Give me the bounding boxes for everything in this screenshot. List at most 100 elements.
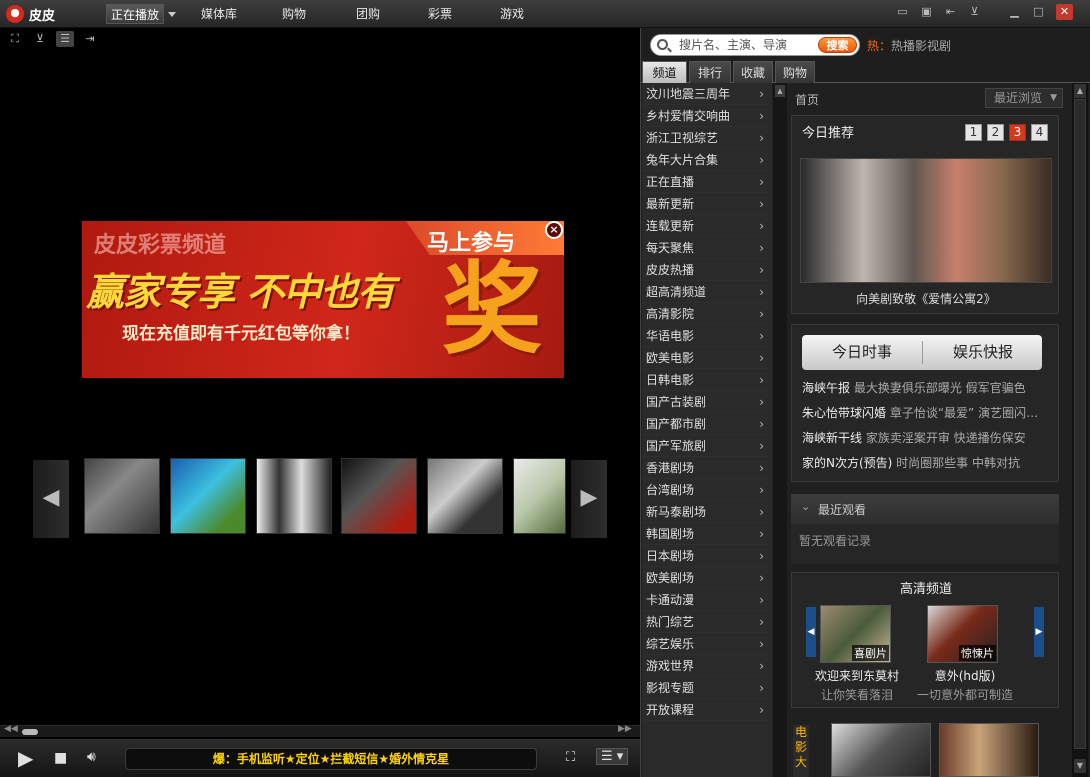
marquee-text[interactable]: 爆：手机监听★定位★拦截短信★婚外情克星 bbox=[125, 748, 537, 770]
channel-item[interactable]: 皮皮热播 › bbox=[642, 259, 772, 281]
tab-shop[interactable]: 购物 bbox=[775, 61, 815, 83]
strip-next-icon[interactable]: ▶ bbox=[571, 460, 607, 538]
ad-close-icon[interactable]: × bbox=[545, 221, 563, 239]
news-rest[interactable]: 时尚圈那些事 中韩对抗 bbox=[896, 456, 1020, 470]
stop-icon[interactable]: ■ bbox=[54, 750, 67, 766]
channel-item[interactable]: 高清影院 › bbox=[642, 303, 772, 325]
hd-item-name[interactable]: 意外(hd版) bbox=[912, 667, 1018, 684]
seek-forward-icon[interactable]: ▶▶ bbox=[618, 724, 632, 734]
thumb-5[interactable] bbox=[427, 458, 503, 534]
hd-image-2[interactable]: 惊悚片 bbox=[927, 605, 998, 663]
channel-item[interactable]: 浙江卫视综艺 › bbox=[642, 127, 772, 149]
news-head[interactable]: 朱心怡带球闪婚 bbox=[802, 406, 886, 420]
channel-item[interactable]: 每天聚焦 › bbox=[642, 237, 772, 259]
hd-image-1[interactable]: 喜剧片 bbox=[820, 605, 891, 663]
channel-item[interactable]: 综艺娱乐 › bbox=[642, 633, 772, 655]
channel-item[interactable]: 华语电影 › bbox=[642, 325, 772, 347]
recent-watch-header[interactable]: ⌄ 最近观看 bbox=[791, 494, 1059, 524]
page-2-button[interactable]: 2 bbox=[987, 124, 1004, 141]
channel-item[interactable]: 连载更新 › bbox=[642, 215, 772, 237]
hd-prev-icon[interactable]: ◀ bbox=[806, 607, 816, 657]
channel-item[interactable]: 国产军旅剧 › bbox=[642, 435, 772, 457]
scroll-down-icon[interactable]: ▼ bbox=[1074, 759, 1086, 773]
recent-browse-select[interactable]: 最近浏览 ▼ bbox=[985, 88, 1063, 108]
seek-back-icon[interactable]: ◀◀ bbox=[4, 724, 18, 734]
channel-item[interactable]: 热门综艺 › bbox=[642, 611, 772, 633]
play-icon[interactable]: ▶ bbox=[18, 746, 33, 770]
thumb-1[interactable] bbox=[84, 458, 160, 534]
news-line[interactable]: 海峡午报 最大换妻俱乐部曝光 假军官骗色 bbox=[802, 379, 1054, 396]
movie-thumb-2[interactable] bbox=[939, 723, 1039, 777]
tab-ranking[interactable]: 排行 bbox=[689, 61, 731, 83]
tab-channels[interactable]: 频道 bbox=[642, 61, 687, 83]
channel-item[interactable]: 最新更新 › bbox=[642, 193, 772, 215]
news-head[interactable]: 家的N次方(预告) bbox=[802, 456, 892, 470]
minimize-icon[interactable]: ▁ bbox=[1006, 4, 1023, 20]
channel-item[interactable]: 欧美电影 › bbox=[642, 347, 772, 369]
tab-current-affairs[interactable]: 今日时事 bbox=[802, 335, 922, 370]
hot-link[interactable]: 热播影视剧 bbox=[891, 39, 951, 53]
search-button[interactable]: 搜索 bbox=[818, 37, 857, 53]
news-head[interactable]: 海峡新干线 bbox=[802, 431, 862, 445]
channel-item[interactable]: 韩国剧场 › bbox=[642, 523, 772, 545]
feature-image[interactable] bbox=[800, 158, 1052, 283]
tab-media-library[interactable]: 媒体库 bbox=[201, 4, 237, 24]
channel-item[interactable]: 超高清频道 › bbox=[642, 281, 772, 303]
collapse-panel-icon[interactable]: ⇥ bbox=[81, 31, 99, 47]
channel-item[interactable]: 香港剧场 › bbox=[642, 457, 772, 479]
channel-item[interactable]: 开放课程 › bbox=[642, 699, 772, 721]
news-rest[interactable]: 章子怡谈“最爱” 演艺圈闪… bbox=[890, 406, 1038, 420]
tab-shopping[interactable]: 购物 bbox=[282, 4, 306, 24]
fullscreen-toggle-icon[interactable]: ⛶ bbox=[566, 750, 575, 765]
screenshot-icon[interactable]: ⊻ bbox=[31, 31, 49, 47]
thumb-3[interactable] bbox=[256, 458, 332, 534]
mini-mode-icon[interactable]: ▣ bbox=[918, 4, 935, 20]
channel-item[interactable]: 影视专题 › bbox=[642, 677, 772, 699]
channel-item[interactable]: 新马泰剧场 › bbox=[642, 501, 772, 523]
tab-favorites[interactable]: 收藏 bbox=[733, 61, 773, 83]
tab-group-buy[interactable]: 团购 bbox=[356, 4, 380, 24]
scroll-thumb[interactable] bbox=[1074, 99, 1086, 749]
channel-item[interactable]: 欧美剧场 › bbox=[642, 567, 772, 589]
playlist-icon[interactable]: ☰ bbox=[56, 31, 74, 47]
page-4-button[interactable]: 4 bbox=[1031, 124, 1048, 141]
channel-item[interactable]: 汶川地震三周年 › bbox=[642, 83, 772, 105]
news-line[interactable]: 海峡新干线 家族卖淫案开审 快递播伤保安 bbox=[802, 429, 1054, 446]
chevron-down-icon[interactable] bbox=[168, 12, 176, 17]
movie-thumb-1[interactable] bbox=[831, 723, 931, 777]
scroll-up-icon[interactable]: ▲ bbox=[1074, 84, 1086, 98]
content-scrollbar[interactable]: ▲ ▼ bbox=[1072, 83, 1088, 777]
channel-item[interactable]: 国产都市剧 › bbox=[642, 413, 772, 435]
tab-lottery[interactable]: 彩票 bbox=[428, 4, 452, 24]
channel-item[interactable]: 乡村爱情交响曲 › bbox=[642, 105, 772, 127]
search-input[interactable] bbox=[679, 36, 809, 54]
thumb-6[interactable] bbox=[513, 458, 566, 534]
tab-entertainment[interactable]: 娱乐快报 bbox=[923, 335, 1043, 370]
channel-item[interactable]: 日本剧场 › bbox=[642, 545, 772, 567]
scroll-up-icon[interactable]: ▲ bbox=[775, 85, 785, 97]
volume-icon[interactable]: 🔊︎ bbox=[87, 749, 96, 765]
thumb-4[interactable] bbox=[341, 458, 417, 534]
news-rest[interactable]: 最大换妻俱乐部曝光 假军官骗色 bbox=[854, 381, 1026, 395]
strip-prev-icon[interactable]: ◀ bbox=[33, 460, 69, 538]
tab-now-playing[interactable]: 正在播放 bbox=[106, 4, 165, 24]
progress-handle[interactable] bbox=[22, 729, 38, 735]
hd-item-name[interactable]: 欢迎来到东莫村 bbox=[804, 667, 910, 684]
channel-list-scrollbar[interactable]: ▲ bbox=[773, 83, 787, 777]
tab-games[interactable]: 游戏 bbox=[500, 4, 524, 24]
close-icon[interactable]: ✕ bbox=[1056, 4, 1073, 20]
page-3-button[interactable]: 3 bbox=[1009, 124, 1026, 141]
page-1-button[interactable]: 1 bbox=[965, 124, 982, 141]
skin-icon[interactable]: ⊻ bbox=[966, 4, 983, 20]
news-line[interactable]: 朱心怡带球闪婚 章子怡谈“最爱” 演艺圈闪… bbox=[802, 404, 1054, 421]
fullscreen-icon[interactable]: ⛶ bbox=[6, 31, 24, 47]
hd-next-icon[interactable]: ▶ bbox=[1034, 607, 1044, 657]
message-icon[interactable]: ▭ bbox=[894, 4, 911, 20]
channel-item[interactable]: 兔年大片合集 › bbox=[642, 149, 772, 171]
news-line[interactable]: 家的N次方(预告) 时尚圈那些事 中韩对抗 bbox=[802, 454, 1054, 471]
channel-item[interactable]: 游戏世界 › bbox=[642, 655, 772, 677]
progress-bar[interactable]: ◀◀ ▶▶ bbox=[0, 724, 640, 737]
feature-caption[interactable]: 向美剧致敬《爱情公寓2》 bbox=[792, 290, 1060, 307]
channel-item[interactable]: 正在直播 › bbox=[642, 171, 772, 193]
channel-item[interactable]: 台湾剧场 › bbox=[642, 479, 772, 501]
